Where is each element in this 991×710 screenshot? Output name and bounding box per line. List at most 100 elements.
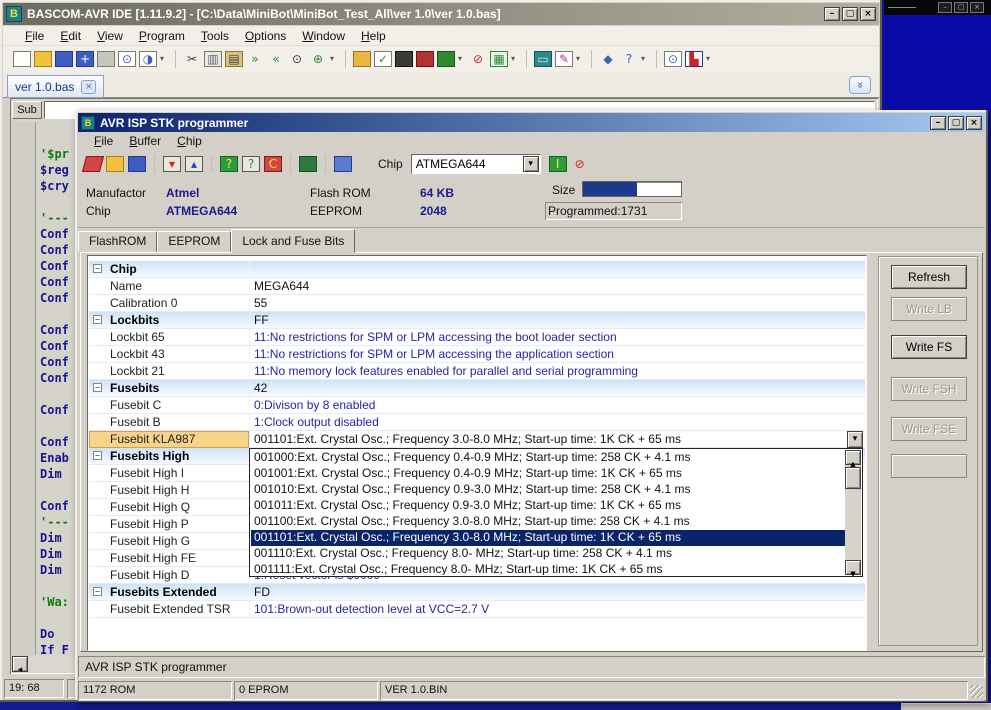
erase-buffer-icon[interactable] xyxy=(82,156,104,172)
dropdown-option[interactable]: 001100:Ext. Crystal Osc.; Frequency 3.0-… xyxy=(251,514,845,530)
print-preview-icon[interactable]: ⊙ xyxy=(118,51,136,67)
chip-black-icon[interactable] xyxy=(395,51,413,67)
dropdown-option[interactable]: 001011:Ext. Crystal Osc.; Frequency 0.9-… xyxy=(251,498,845,514)
identify-chip-icon[interactable]: I xyxy=(549,156,567,172)
refresh-button[interactable]: Refresh xyxy=(891,265,967,289)
pdf-icon[interactable]: ▙ xyxy=(685,51,703,67)
menu-chip[interactable]: Chip xyxy=(169,133,210,149)
calculator-icon[interactable]: ▦ xyxy=(490,51,508,67)
compare-flash-icon[interactable]: C xyxy=(264,156,282,172)
save-as-icon[interactable]: + xyxy=(76,51,94,67)
taskbar-button-edge[interactable] xyxy=(901,703,991,710)
read-chip-icon[interactable]: ▴ xyxy=(185,156,203,172)
menu-program[interactable]: Program xyxy=(131,28,193,44)
grid-row[interactable]: Lockbit 2111:No memory lock features ena… xyxy=(89,363,865,380)
grid-row[interactable]: Fusebit KLA987001101:Ext. Crystal Osc.; … xyxy=(89,431,865,448)
syntax-check-icon[interactable]: ✓ xyxy=(374,51,392,67)
find-next-icon[interactable]: ⊕ xyxy=(309,51,327,67)
grid-group-row[interactable]: −Fusebits42 xyxy=(89,380,865,397)
lcd-display-icon[interactable]: ▭ xyxy=(534,51,552,67)
menu-edit[interactable]: Edit xyxy=(52,28,89,44)
read-signature-icon[interactable]: ? xyxy=(242,156,260,172)
close-icon[interactable] xyxy=(970,2,984,13)
simulator-icon[interactable] xyxy=(437,51,455,67)
tab-eeprom[interactable]: EEPROM xyxy=(157,231,231,252)
resize-grip[interactable] xyxy=(970,685,983,698)
dropdown-caret-icon[interactable] xyxy=(641,51,649,67)
dropdown-caret-icon[interactable] xyxy=(160,51,168,67)
scrollbar-thumb[interactable] xyxy=(845,467,861,489)
grid-row[interactable]: Lockbit 4311:No restrictions for SPM or … xyxy=(89,346,865,363)
write-chip-icon[interactable]: ▾ xyxy=(163,156,181,172)
collapse-icon[interactable]: − xyxy=(93,587,102,596)
menu-options[interactable]: Options xyxy=(237,28,294,44)
menu-view[interactable]: View xyxy=(89,28,131,44)
tab-overflow-chevron-icon[interactable] xyxy=(849,76,871,94)
dropdown-option[interactable]: 001001:Ext. Crystal Osc.; Frequency 0.4-… xyxy=(251,466,845,482)
grid-group-row[interactable]: −LockbitsFF xyxy=(89,312,865,329)
dropdown-option[interactable]: 001000:Ext. Crystal Osc.; Frequency 0.4-… xyxy=(251,450,845,466)
copy-icon[interactable]: ▥ xyxy=(204,51,222,67)
cancel-programming-icon[interactable]: ⊘ xyxy=(571,156,589,172)
menu-file[interactable]: File xyxy=(17,28,52,44)
show-buffer-icon[interactable] xyxy=(299,156,317,172)
graphic-converter-icon[interactable]: ✎ xyxy=(555,51,573,67)
chip-select-combo[interactable]: ATMEGA644 xyxy=(411,154,541,174)
scroll-down-icon[interactable] xyxy=(845,560,861,575)
grid-row[interactable]: NameMEGA644 xyxy=(89,278,865,295)
grid-row[interactable]: Fusebit Extended TSR101:Brown-out detect… xyxy=(89,601,865,618)
collapse-icon[interactable]: − xyxy=(93,315,102,324)
indent-icon[interactable]: » xyxy=(246,51,264,67)
exit-programmer-icon[interactable] xyxy=(334,156,352,172)
minimize-icon[interactable] xyxy=(938,2,952,13)
statistics-icon[interactable]: ◑ xyxy=(139,51,157,67)
dropdown-caret-icon[interactable] xyxy=(576,51,584,67)
minimize-icon[interactable] xyxy=(824,7,840,21)
scroll-up-icon[interactable] xyxy=(845,450,861,465)
write-fs-button[interactable]: Write FS xyxy=(891,335,967,359)
fusebit-combo-drop-icon[interactable] xyxy=(847,431,863,448)
scroll-left-icon[interactable] xyxy=(12,656,28,672)
menu-tools[interactable]: Tools xyxy=(193,28,237,44)
dropdown-caret-icon[interactable] xyxy=(706,51,714,67)
dropdown-option[interactable]: 001010:Ext. Crystal Osc.; Frequency 0.9-… xyxy=(251,482,845,498)
maximize-icon[interactable] xyxy=(948,116,964,130)
dropdown-option[interactable]: 001111:Ext. Crystal Osc.; Frequency 8.0-… xyxy=(251,562,845,575)
new-file-icon[interactable] xyxy=(13,51,31,67)
menu-help[interactable]: Help xyxy=(353,28,394,44)
grid-row[interactable]: Calibration 055 xyxy=(89,295,865,312)
minimize-icon[interactable] xyxy=(930,116,946,130)
maximize-icon[interactable] xyxy=(842,7,858,21)
collapse-icon[interactable]: − xyxy=(93,451,102,460)
grid-group-row[interactable]: −Fusebits ExtendedFD xyxy=(89,584,865,601)
dropdown-scrollbar[interactable] xyxy=(845,450,861,575)
grid-row[interactable]: Lockbit 6511:No restrictions for SPM or … xyxy=(89,329,865,346)
grid-row[interactable]: Fusebit C0:Divison by 8 enabled xyxy=(89,397,865,414)
collapse-icon[interactable]: − xyxy=(93,383,102,392)
grid-row[interactable]: Fusebit B1:Clock output disabled xyxy=(89,414,865,431)
open-file-icon[interactable] xyxy=(34,51,52,67)
dropdown-option[interactable]: 001101:Ext. Crystal Osc.; Frequency 3.0-… xyxy=(251,530,845,546)
dropdown-option[interactable]: 001110:Ext. Crystal Osc.; Frequency 8.0-… xyxy=(251,546,845,562)
dropdown-caret-icon[interactable] xyxy=(458,51,466,67)
fusebit-dropdown-list[interactable]: 001000:Ext. Crystal Osc.; Frequency 0.4-… xyxy=(249,448,863,577)
pdf-preview-icon[interactable]: ⊙ xyxy=(664,51,682,67)
tab-flashrom[interactable]: FlashROM xyxy=(78,231,157,252)
print-icon[interactable] xyxy=(97,51,115,67)
dropdown-caret-icon[interactable] xyxy=(330,51,338,67)
save-file-icon[interactable] xyxy=(128,156,146,172)
close-icon[interactable] xyxy=(966,116,982,130)
open-file-icon[interactable] xyxy=(106,156,124,172)
program-chip-icon[interactable] xyxy=(353,51,371,67)
verify-chip-icon[interactable]: ? xyxy=(220,156,238,172)
dropdown-caret-icon[interactable] xyxy=(511,51,519,67)
grid-group-row[interactable]: −Chip xyxy=(89,261,865,278)
tab-close-icon[interactable] xyxy=(81,80,96,94)
menu-buffer[interactable]: Buffer xyxy=(121,133,169,149)
collapse-icon[interactable]: − xyxy=(93,264,102,273)
save-file-icon[interactable] xyxy=(55,51,73,67)
close-icon[interactable] xyxy=(860,7,876,21)
unindent-icon[interactable]: « xyxy=(267,51,285,67)
tab-lock-and-fuse-bits[interactable]: Lock and Fuse Bits xyxy=(231,229,355,253)
stop-icon[interactable]: ⊘ xyxy=(469,51,487,67)
